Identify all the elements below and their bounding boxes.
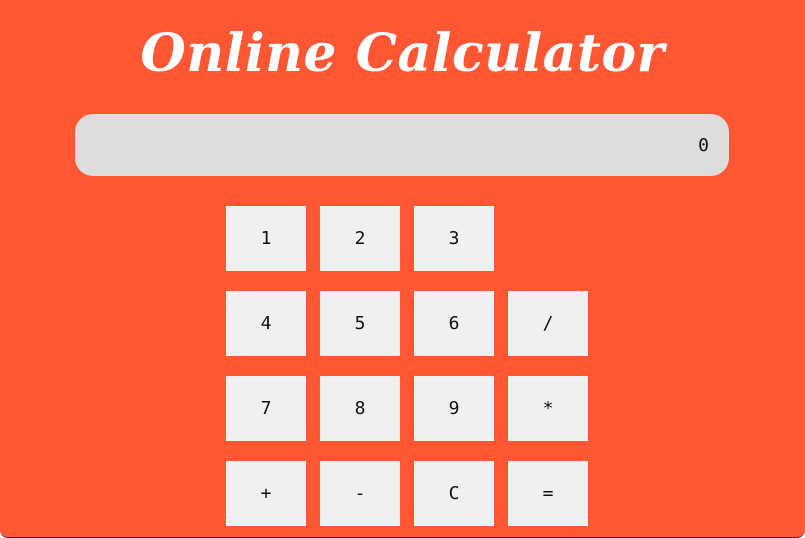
minus-button[interactable]: - (320, 461, 400, 526)
key-4-button[interactable]: 4 (226, 291, 306, 356)
display-value: 0 (698, 134, 709, 156)
key-1-button[interactable]: 1 (226, 206, 306, 271)
divide-button[interactable]: / (508, 291, 588, 356)
calculator-display: 0 (75, 114, 729, 176)
key-7-button[interactable]: 7 (226, 376, 306, 441)
key-3-button[interactable]: 3 (414, 206, 494, 271)
key-6-button[interactable]: 6 (414, 291, 494, 356)
clear-button[interactable]: C (414, 461, 494, 526)
key-8-button[interactable]: 8 (320, 376, 400, 441)
multiply-button[interactable]: * (508, 376, 588, 441)
plus-button[interactable]: + (226, 461, 306, 526)
key-5-button[interactable]: 5 (320, 291, 400, 356)
key-9-button[interactable]: 9 (414, 376, 494, 441)
equals-button[interactable]: = (508, 461, 588, 526)
key-2-button[interactable]: 2 (320, 206, 400, 271)
calculator-app: Online Calculator 0 1 2 3 4 5 6 / 7 8 9 … (0, 0, 805, 538)
page-title: Online Calculator (140, 23, 665, 84)
